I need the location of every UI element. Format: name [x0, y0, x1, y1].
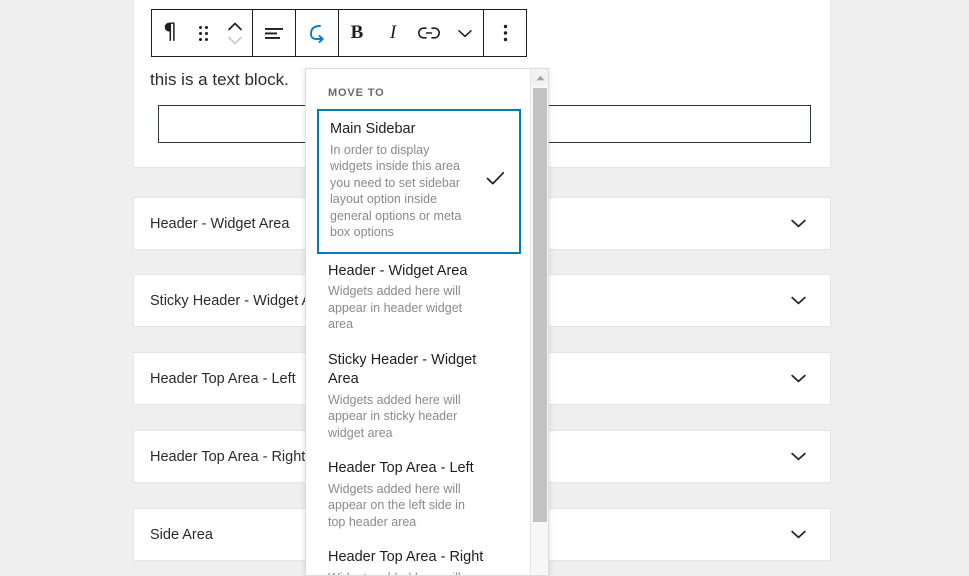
move-to-option-sticky-header-widget-area[interactable]: Sticky Header - Widget Area Widgets adde… — [306, 343, 531, 452]
scrollbar-thumb[interactable] — [533, 88, 547, 522]
chevron-down-icon[interactable] — [791, 219, 806, 228]
toolbar-group-format: B I — [339, 10, 484, 56]
widget-area-title: Header - Widget Area — [150, 215, 290, 232]
block-movers[interactable] — [218, 10, 252, 56]
option-description: Widgets added here will appear on the ri… — [328, 570, 466, 575]
bold-glyph: B — [350, 22, 364, 43]
toolbar-group-align — [253, 10, 296, 56]
editor-screen: Agencies Brand Career Creative Digital W… — [0, 0, 969, 576]
bold-button[interactable]: B — [339, 10, 375, 56]
chevron-down-icon[interactable] — [791, 296, 806, 305]
italic-glyph: I — [389, 22, 397, 43]
move-to-popover: MOVE TO Main Sidebar In order to display… — [305, 68, 549, 576]
option-description: Widgets added here will appear in header… — [328, 284, 463, 332]
check-icon — [486, 171, 505, 191]
option-title: Main Sidebar — [330, 121, 416, 137]
chevron-down-icon[interactable] — [791, 374, 806, 383]
toolbar-group-block: ¶ — [152, 10, 253, 56]
toolbar-group-move-to — [296, 10, 339, 56]
option-description: In order to display widgets inside this … — [330, 142, 462, 240]
option-title: Sticky Header - Widget Area — [328, 351, 477, 388]
chevron-down-icon[interactable] — [791, 452, 806, 461]
widget-area-title: Side Area — [150, 526, 213, 543]
italic-button[interactable]: I — [375, 10, 411, 56]
toolbar-group-options — [484, 10, 526, 56]
move-to-option-header-top-area-right[interactable]: Header Top Area - Right Widgets added he… — [306, 540, 531, 575]
drag-dots — [198, 25, 208, 41]
paragraph-block-type-icon[interactable]: ¶ — [152, 10, 188, 56]
link-icon[interactable] — [411, 10, 447, 56]
block-toolbar: ¶ B I — [151, 9, 527, 57]
option-description: Widgets added here will appear on the le… — [328, 481, 465, 529]
widget-area-title: Header Top Area - Left — [150, 370, 296, 387]
move-to-icon[interactable] — [296, 10, 338, 56]
chevron-down-icon[interactable] — [228, 36, 242, 45]
options-kebab-icon[interactable] — [484, 10, 526, 56]
move-to-option-header-top-area-left[interactable]: Header Top Area - Left Widgets added her… — [306, 451, 531, 540]
option-title: Header Top Area - Right — [328, 549, 484, 566]
option-title: Header Top Area - Left — [328, 460, 474, 477]
option-description: Widgets added here will appear in sticky… — [328, 392, 461, 440]
paragraph-glyph: ¶ — [163, 20, 177, 45]
option-title: Header - Widget Area — [328, 262, 468, 279]
widget-area-title: Header Top Area - Right — [150, 448, 306, 465]
popover-heading: MOVE TO — [328, 87, 385, 99]
align-left-icon[interactable] — [253, 10, 295, 56]
popover-scrollbar[interactable] — [530, 69, 548, 575]
move-to-options-list[interactable]: Main Sidebar In order to display widgets… — [306, 109, 531, 575]
chevron-up-icon[interactable] — [228, 22, 242, 31]
move-to-option-header-widget-area[interactable]: Header - Widget Area Widgets added here … — [306, 254, 531, 343]
scroll-up-arrow-icon[interactable] — [531, 69, 548, 86]
paragraph-text-block[interactable]: this is a text block. — [150, 70, 289, 90]
chevron-down-icon[interactable] — [791, 530, 806, 539]
move-to-option-main-sidebar[interactable]: Main Sidebar In order to display widgets… — [317, 109, 521, 254]
more-formatting-chevron-down-icon[interactable] — [447, 10, 483, 56]
drag-handle-icon[interactable] — [188, 10, 218, 56]
